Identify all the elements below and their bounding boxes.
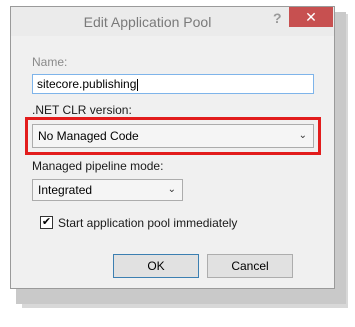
pipeline-mode-label: Managed pipeline mode: (32, 159, 164, 173)
dialog-title: Edit Application Pool (83, 14, 212, 30)
ok-button[interactable]: OK (113, 254, 199, 278)
name-label: Name: (32, 55, 68, 69)
title-bar[interactable]: Edit Application Pool ? ✕ (11, 7, 334, 36)
close-button[interactable]: ✕ (289, 7, 333, 27)
checkmark-icon: ✔ (41, 216, 52, 228)
name-field[interactable]: sitecore.publishing (32, 74, 314, 94)
clr-version-label: .NET CLR version: (32, 103, 132, 117)
cancel-button[interactable]: Cancel (207, 254, 293, 278)
name-value: sitecore.publishing (37, 77, 137, 91)
pipeline-mode-value: Integrated (38, 183, 93, 197)
chevron-down-icon: ⌄ (167, 184, 176, 195)
close-icon: ✕ (305, 9, 317, 25)
pipeline-mode-select[interactable]: Integrated ⌄ (32, 179, 183, 201)
red-highlight-box (25, 117, 321, 155)
text-caret (137, 78, 139, 91)
edit-application-pool-dialog: Edit Application Pool ? ✕ Name: sitecore… (10, 6, 335, 289)
start-immediately-checkbox[interactable]: ✔ (40, 216, 53, 229)
help-button[interactable]: ? (273, 10, 282, 26)
start-immediately-label[interactable]: Start application pool immediately (58, 216, 237, 230)
